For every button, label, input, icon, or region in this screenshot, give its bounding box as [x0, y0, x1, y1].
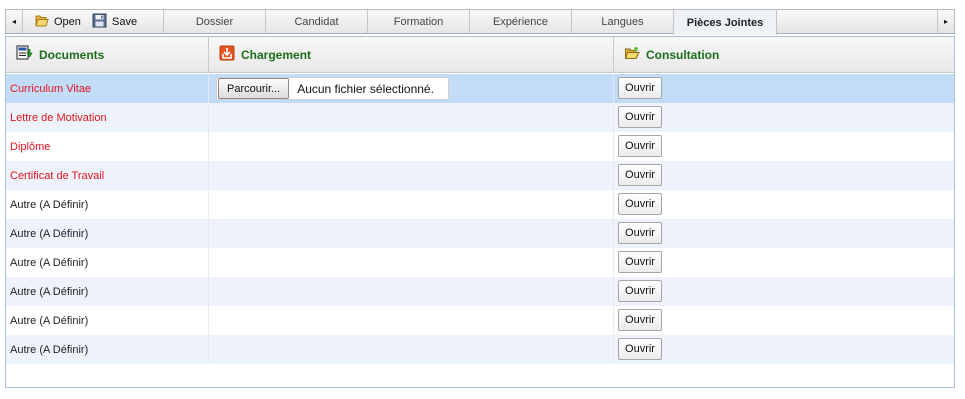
- upload-cell: [209, 248, 614, 277]
- toolbar: ◂ Open Save Dossier Candidat Formation E…: [5, 9, 955, 35]
- document-label: Curriculum Vitae: [6, 74, 209, 103]
- scroll-left-icon: ◂: [11, 17, 16, 26]
- tab-formation[interactable]: Formation: [367, 10, 469, 33]
- table-row[interactable]: Certificat de Travail Ouvrir: [6, 161, 954, 190]
- table-row[interactable]: Diplôme Ouvrir: [6, 132, 954, 161]
- upload-cell: Parcourir... Aucun fichier sélectionné.: [209, 74, 614, 103]
- documents-icon: [16, 45, 33, 64]
- table-row[interactable]: Autre (A Définir) Ouvrir: [6, 277, 954, 306]
- upload-cell: [209, 190, 614, 219]
- grid-header: Documents Chargement Consultation: [6, 37, 954, 73]
- view-cell: Ouvrir: [614, 74, 954, 103]
- file-status: Aucun fichier sélectionné.: [297, 81, 434, 96]
- scroll-left-button[interactable]: ◂: [6, 10, 23, 33]
- document-label: Autre (A Définir): [6, 219, 209, 248]
- folder-open-icon: [34, 13, 49, 31]
- view-cell: Ouvrir: [614, 161, 954, 190]
- view-cell: Ouvrir: [614, 103, 954, 132]
- open-document-button[interactable]: Ouvrir: [618, 135, 662, 157]
- document-label: Autre (A Définir): [6, 335, 209, 364]
- document-label: Autre (A Définir): [6, 277, 209, 306]
- tab-pieces-jointes[interactable]: Pièces Jointes: [673, 10, 777, 35]
- view-cell: Ouvrir: [614, 190, 954, 219]
- view-cell: Ouvrir: [614, 219, 954, 248]
- scroll-right-button[interactable]: ▸: [937, 10, 954, 33]
- document-label: Certificat de Travail: [6, 161, 209, 190]
- header-consultation-label: Consultation: [646, 47, 720, 62]
- folder-open-icon: [624, 46, 640, 64]
- header-documents-label: Documents: [39, 47, 105, 62]
- table-row[interactable]: Autre (A Définir) Ouvrir: [6, 248, 954, 277]
- open-document-button[interactable]: Ouvrir: [618, 338, 662, 360]
- open-document-button[interactable]: Ouvrir: [618, 251, 662, 273]
- table-row[interactable]: Curriculum Vitae Parcourir... Aucun fich…: [6, 74, 954, 103]
- attachments-grid: Documents Chargement Consultation Curric…: [5, 36, 955, 388]
- header-chargement[interactable]: Chargement: [209, 37, 614, 72]
- view-cell: Ouvrir: [614, 335, 954, 364]
- table-row[interactable]: Autre (A Définir) Ouvrir: [6, 335, 954, 364]
- open-document-button[interactable]: Ouvrir: [618, 280, 662, 302]
- tab-pieces-jointes-label: Pièces Jointes: [686, 16, 764, 29]
- open-label: Open: [54, 15, 81, 28]
- table-row[interactable]: Autre (A Définir) Ouvrir: [6, 306, 954, 335]
- open-document-button[interactable]: Ouvrir: [618, 193, 662, 215]
- view-cell: Ouvrir: [614, 277, 954, 306]
- tab-candidat-label: Candidat: [294, 15, 339, 28]
- header-chargement-label: Chargement: [241, 47, 312, 62]
- view-cell: Ouvrir: [614, 248, 954, 277]
- upload-cell: [209, 161, 614, 190]
- tab-formation-label: Formation: [393, 15, 444, 28]
- open-document-button[interactable]: Ouvrir: [618, 106, 662, 128]
- tab-langues[interactable]: Langues: [571, 10, 673, 33]
- browse-button[interactable]: Parcourir...: [218, 78, 290, 99]
- header-documents[interactable]: Documents: [6, 37, 209, 72]
- upload-cell: [209, 132, 614, 161]
- tab-dossier-label: Dossier: [195, 15, 234, 28]
- open-button[interactable]: Open: [30, 10, 81, 33]
- open-document-button[interactable]: Ouvrir: [618, 77, 662, 99]
- open-document-button[interactable]: Ouvrir: [618, 309, 662, 331]
- save-label: Save: [112, 15, 138, 28]
- tab-dossier[interactable]: Dossier: [163, 10, 265, 33]
- table-row[interactable]: Autre (A Définir) Ouvrir: [6, 190, 954, 219]
- save-button[interactable]: Save: [88, 10, 137, 33]
- upload-cell: [209, 277, 614, 306]
- document-label: Autre (A Définir): [6, 306, 209, 335]
- upload-cell: [209, 335, 614, 364]
- file-input[interactable]: Parcourir... Aucun fichier sélectionné.: [216, 77, 449, 100]
- upload-icon: [219, 45, 235, 64]
- table-row[interactable]: Autre (A Définir) Ouvrir: [6, 219, 954, 248]
- open-document-button[interactable]: Ouvrir: [618, 222, 662, 244]
- header-consultation[interactable]: Consultation: [614, 37, 954, 72]
- view-cell: Ouvrir: [614, 132, 954, 161]
- open-document-button[interactable]: Ouvrir: [618, 164, 662, 186]
- floppy-disk-icon: [92, 13, 107, 31]
- document-label: Autre (A Définir): [6, 190, 209, 219]
- view-cell: Ouvrir: [614, 306, 954, 335]
- upload-cell: [209, 103, 614, 132]
- upload-cell: [209, 219, 614, 248]
- tab-langues-label: Langues: [601, 15, 644, 28]
- upload-cell: [209, 306, 614, 335]
- document-label: Diplôme: [6, 132, 209, 161]
- table-row[interactable]: Lettre de Motivation Ouvrir: [6, 103, 954, 132]
- document-label: Autre (A Définir): [6, 248, 209, 277]
- document-label: Lettre de Motivation: [6, 103, 209, 132]
- tab-experience-label: Expérience: [492, 15, 549, 28]
- scroll-right-icon: ▸: [943, 17, 948, 26]
- tab-candidat[interactable]: Candidat: [265, 10, 367, 33]
- tab-experience[interactable]: Expérience: [469, 10, 571, 33]
